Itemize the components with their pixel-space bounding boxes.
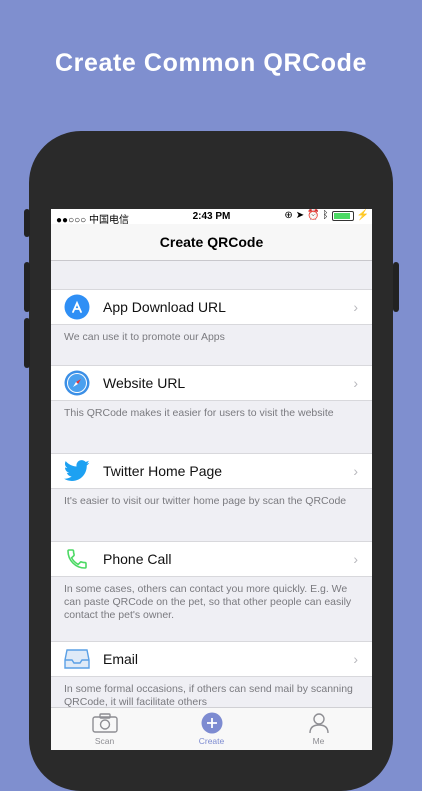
bluetooth-icon: ᛒ	[322, 210, 329, 221]
headline: Create Common QRCode	[54, 49, 368, 77]
list-item-app-download-url[interactable]: App Download URL ›	[51, 289, 372, 325]
lock-rotation-icon: ⊕	[284, 210, 293, 221]
tab-label: Scan	[94, 736, 115, 746]
item-label: Website URL	[103, 375, 186, 391]
app-store-icon	[64, 294, 90, 320]
item-label: Phone Call	[103, 551, 172, 567]
plus-circle-icon	[201, 712, 223, 734]
status-icons: ⊕ ➤ ⏰ ᛒ ⚡	[284, 210, 369, 221]
twitter-bird-icon	[64, 458, 90, 484]
tab-label: Me	[312, 736, 325, 746]
phone-icon	[64, 546, 90, 572]
tab-bar: Scan Create Me	[51, 707, 372, 750]
tab-me[interactable]: Me	[265, 708, 372, 750]
list-item-website-url[interactable]: Website URL ›	[51, 365, 372, 401]
camera-icon	[91, 712, 118, 734]
item-description: This QRCode makes it easier for users to…	[64, 407, 334, 419]
phone-side-button	[24, 209, 30, 237]
charging-icon: ⚡	[356, 210, 369, 221]
location-icon: ➤	[295, 210, 305, 221]
phone-volume-down-button	[24, 318, 30, 368]
chevron-right-icon: ›	[353, 375, 358, 391]
safari-compass-icon	[64, 370, 90, 396]
list-item-twitter-home-page[interactable]: Twitter Home Page ›	[51, 453, 372, 489]
chevron-right-icon: ›	[353, 463, 358, 479]
tab-create[interactable]: Create	[158, 708, 265, 750]
nav-title: Create QRCode	[51, 224, 372, 261]
phone-power-button	[393, 262, 399, 312]
battery-icon	[331, 210, 354, 221]
alarm-icon: ⏰	[307, 210, 320, 221]
chevron-right-icon: ›	[353, 551, 358, 567]
list-item-email[interactable]: Email ›	[51, 641, 372, 677]
list-item-phone-call[interactable]: Phone Call ›	[51, 541, 372, 577]
status-bar: ●●○○○ 中国电信 2:43 PM ⊕ ➤ ⏰ ᛒ ⚡	[51, 209, 372, 226]
chevron-right-icon: ›	[353, 299, 358, 315]
item-description: We can use it to promote our Apps	[64, 331, 225, 343]
tab-label: Create	[198, 736, 225, 746]
phone-screen: ●●○○○ 中国电信 2:43 PM ⊕ ➤ ⏰ ᛒ ⚡ Create QRCo…	[51, 209, 372, 750]
item-label: App Download URL	[103, 299, 226, 315]
phone-volume-up-button	[24, 262, 30, 312]
tab-scan[interactable]: Scan	[51, 708, 158, 750]
item-label: Email	[103, 651, 139, 667]
item-label: Twitter Home Page	[103, 463, 223, 479]
item-description: In some cases, others can contact you mo…	[64, 583, 352, 621]
chevron-right-icon: ›	[353, 651, 358, 667]
person-icon	[308, 712, 330, 734]
item-description: It's easier to visit our twitter home pa…	[64, 495, 347, 507]
inbox-tray-icon	[64, 646, 90, 672]
